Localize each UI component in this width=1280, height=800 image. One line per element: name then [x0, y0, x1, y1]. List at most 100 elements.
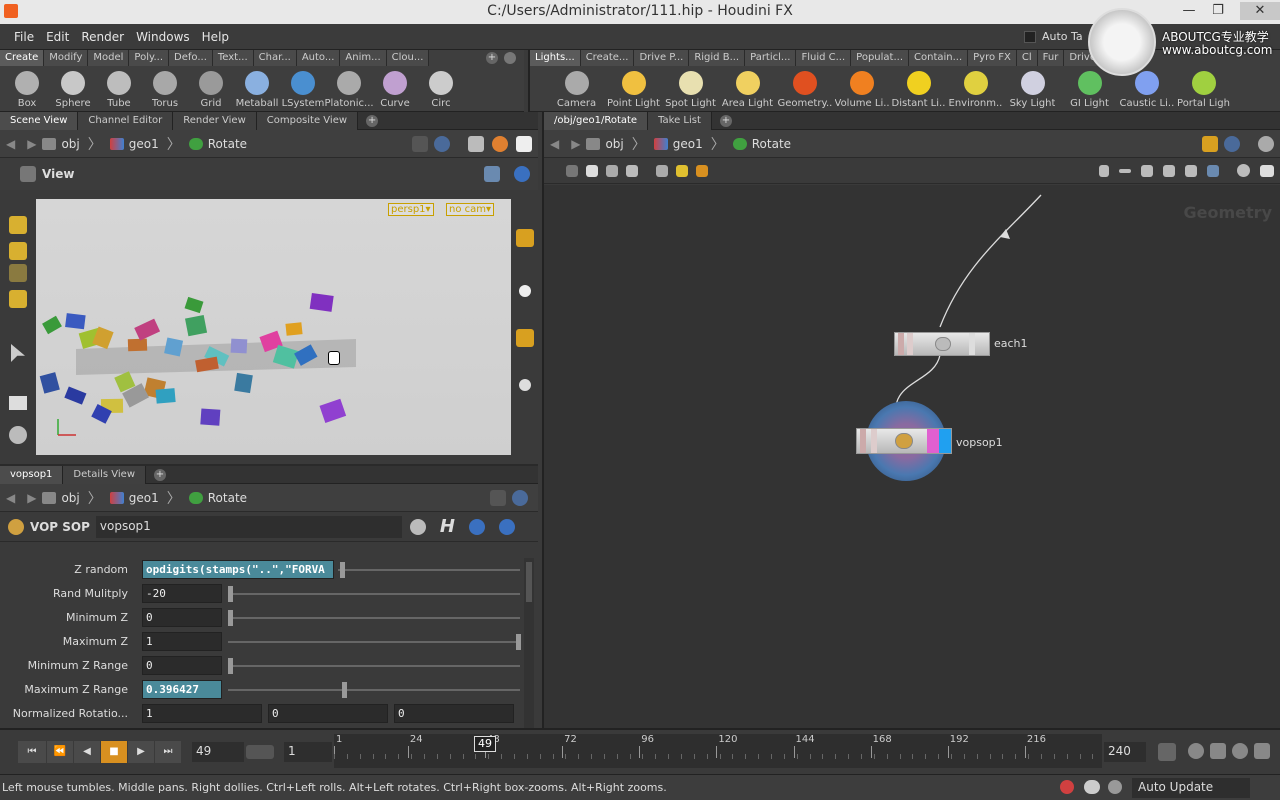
param-slider[interactable]: [228, 593, 520, 595]
shelf-right-tab-9[interactable]: Cl: [1016, 50, 1038, 66]
param-value-field[interactable]: 0: [142, 656, 222, 675]
shelf-left-tab-1[interactable]: Modify: [44, 50, 89, 66]
param-back-arrow-icon[interactable]: ◀: [6, 491, 15, 505]
param-value-field[interactable]: 1: [142, 632, 222, 651]
shelf-right-tool-5[interactable]: Volume Li...: [833, 66, 890, 112]
shelf-right-tab-1[interactable]: Create...: [580, 50, 635, 66]
shelf-right-tool-11[interactable]: Portal Ligh: [1175, 66, 1232, 112]
menu-help[interactable]: Help: [196, 24, 235, 50]
shelf-right-tool-6[interactable]: Distant Li...: [890, 66, 947, 112]
minimize-button[interactable]: —: [1176, 2, 1202, 20]
shelf-right-tool-0[interactable]: Camera: [548, 66, 605, 112]
end-frame-field[interactable]: 240: [1104, 742, 1146, 762]
scene-pane-tab-2[interactable]: Render View: [173, 111, 257, 130]
shelf-left-tool-2[interactable]: Tube: [96, 66, 142, 112]
align-icon[interactable]: [1119, 168, 1131, 173]
node-name-field[interactable]: vopsop1: [95, 515, 402, 538]
pose-tool-icon[interactable]: [9, 396, 27, 410]
param-path-rotate[interactable]: Rotate: [188, 491, 247, 505]
param-value-field[interactable]: -20: [142, 584, 222, 603]
net-gear-icon[interactable]: [1258, 135, 1274, 152]
add-tab-icon[interactable]: +: [366, 114, 379, 127]
shelf-left-tool-6[interactable]: LSystem: [280, 66, 326, 112]
param-value-field[interactable]: 0: [394, 704, 514, 723]
net-path-rotate[interactable]: Rotate: [732, 137, 791, 151]
shelf-left-tool-7[interactable]: Platonic...: [324, 66, 374, 112]
auto-tab-checkbox[interactable]: [1024, 31, 1036, 43]
shelf-left-tab-8[interactable]: Anim...: [340, 50, 387, 66]
arrow-tool-icon[interactable]: [11, 344, 25, 362]
shelf-left-tab-7[interactable]: Auto...: [296, 50, 341, 66]
net-tool-b-icon[interactable]: [586, 164, 598, 177]
cube-display-icon[interactable]: [468, 135, 484, 152]
network-pane-tab-0[interactable]: /obj/geo1/Rotate: [544, 111, 649, 130]
netbox-icon[interactable]: [696, 164, 708, 177]
shelf-left-tab-4[interactable]: Defo...: [169, 50, 213, 66]
param-forward-arrow-icon[interactable]: ▶: [27, 491, 36, 505]
lighting-icon[interactable]: [516, 329, 534, 347]
stop-button[interactable]: ■: [101, 741, 127, 763]
shelf-right-tab-4[interactable]: Particl...: [745, 50, 797, 66]
net-tool-c-icon[interactable]: [606, 164, 618, 177]
scene-pane-tab-3[interactable]: Composite View: [256, 111, 359, 130]
scene-pane-tab-1[interactable]: Channel Editor: [78, 111, 174, 130]
net-link-icon[interactable]: [1224, 135, 1240, 152]
param-slider-handle[interactable]: [342, 682, 348, 698]
hscript-icon[interactable]: H: [440, 516, 455, 537]
param-slider[interactable]: [228, 689, 520, 691]
shelf-left-tool-8[interactable]: Curve: [372, 66, 418, 112]
step-back-button[interactable]: ⏪: [47, 741, 73, 763]
shelf-left-tab-5[interactable]: Text...: [212, 50, 254, 66]
param-slider[interactable]: [228, 617, 520, 619]
param-value-field[interactable]: opdigits(stamps("..","FORVA: [142, 560, 334, 579]
param-pin-icon[interactable]: [490, 489, 506, 506]
shelf-right-tool-3[interactable]: Area Light: [719, 66, 776, 112]
node-vopsop1[interactable]: [856, 428, 952, 454]
shelf-right-tab-10[interactable]: Fur: [1037, 50, 1065, 66]
path-rotate[interactable]: Rotate: [188, 137, 247, 151]
shelf-left-tool-9[interactable]: Circ: [418, 66, 464, 112]
wire-icon[interactable]: [1141, 164, 1153, 177]
frame-marker[interactable]: 49: [474, 736, 496, 752]
error-icon[interactable]: [1060, 780, 1074, 794]
move-tool-icon[interactable]: [9, 242, 27, 260]
node-each1[interactable]: [894, 332, 990, 356]
net-forward-arrow-icon[interactable]: ▶: [571, 137, 580, 151]
shelf-right-tab-8[interactable]: Pyro FX: [968, 50, 1017, 66]
background-swatch-icon[interactable]: [516, 135, 532, 152]
tree-icon[interactable]: [1163, 164, 1175, 177]
shelf-right-tab-6[interactable]: Populat...: [851, 50, 909, 66]
shelf-left-tab-9[interactable]: Clou...: [386, 50, 430, 66]
jump-end-button[interactable]: ⏭: [155, 741, 181, 763]
refresh-icon[interactable]: [1108, 780, 1122, 794]
shelf-left-tool-5[interactable]: Metaball: [234, 66, 280, 112]
shelf-right-tab-5[interactable]: Fluid C...: [796, 50, 852, 66]
param-slider-handle[interactable]: [516, 634, 521, 650]
shelf-left-tool-1[interactable]: Sphere: [50, 66, 96, 112]
shelf-add-icon[interactable]: +: [486, 52, 498, 64]
close-button[interactable]: ✕: [1240, 2, 1280, 20]
maximize-button[interactable]: ❐: [1205, 2, 1231, 20]
back-arrow-icon[interactable]: ◀: [6, 137, 15, 151]
add-tab-icon[interactable]: +: [154, 468, 166, 481]
param-pane-tab-0[interactable]: vopsop1: [0, 465, 64, 484]
timeline-options-icon[interactable]: [1254, 743, 1270, 759]
param-value-field[interactable]: 0.396427: [142, 680, 222, 699]
shelf-left-tool-3[interactable]: Torus: [142, 66, 188, 112]
snap-icon[interactable]: [484, 166, 500, 182]
shading-icon[interactable]: [519, 285, 531, 297]
param-slider[interactable]: [338, 569, 520, 571]
param-value-field[interactable]: 1: [142, 704, 262, 723]
auto-update-menu[interactable]: Auto Update: [1132, 778, 1250, 798]
realtime-icon[interactable]: [1210, 743, 1226, 759]
grid-view-icon[interactable]: [1207, 164, 1219, 177]
param-slider[interactable]: [228, 641, 520, 643]
param-scrollbar[interactable]: [524, 558, 534, 728]
net-tool-e-icon[interactable]: [656, 164, 668, 177]
list-icon[interactable]: [1185, 164, 1197, 177]
shelf-right-tool-8[interactable]: Sky Light: [1004, 66, 1061, 112]
param-value-field[interactable]: 0: [268, 704, 388, 723]
frame-step-icon[interactable]: [246, 745, 274, 759]
handle-tool-icon[interactable]: [9, 426, 27, 444]
add-tab-icon[interactable]: +: [719, 114, 732, 127]
